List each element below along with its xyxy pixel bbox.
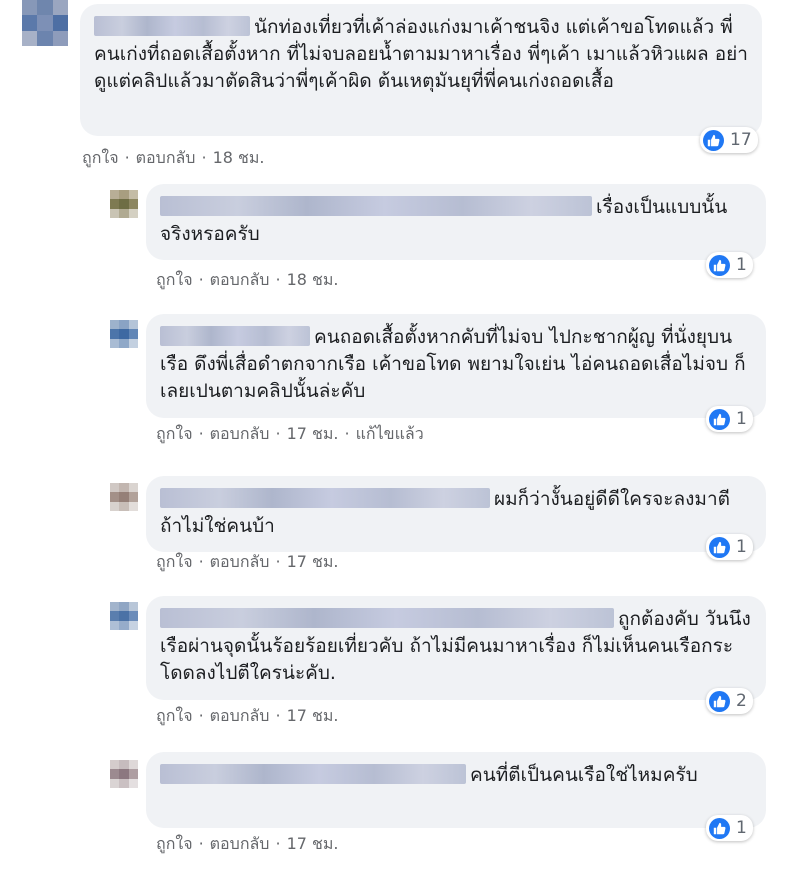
reply-link[interactable]: ตอบกลับ [210,552,270,571]
author-name-redacted[interactable] [160,326,310,346]
separator-dot: · [198,552,204,571]
reply-link[interactable]: ตอบกลับ [210,270,270,289]
reply-link[interactable]: ตอบกลับ [210,834,270,853]
comment-actions: ถูกใจ · ตอบกลับ · 18 ชม. [156,268,339,293]
author-name-redacted[interactable] [160,488,490,508]
reaction-count[interactable]: 1 [706,252,753,278]
like-link[interactable]: ถูกใจ [156,424,193,443]
separator-dot: · [275,424,281,443]
comment-bubble: ผมก็ว่างั้นอยู่ดีดีใครจะลงมาตีถ้าไม่ใช่ค… [146,476,766,552]
avatar[interactable] [22,0,68,46]
author-name-redacted[interactable] [94,16,250,36]
comment-actions: ถูกใจ · ตอบกลับ · 17 ชม. [156,704,339,729]
separator-dot: · [198,424,204,443]
thumbs-up-icon [703,129,724,151]
reaction-number: 1 [736,537,747,557]
thumbs-up-icon [709,254,730,276]
comment-text: คนที่ตีเป็นคนเรือใช่ไหมครับ [470,764,698,786]
reply-link[interactable]: ตอบกลับ [136,148,196,167]
author-name-redacted[interactable] [160,196,592,216]
author-name-redacted[interactable] [160,608,614,628]
thumbs-up-icon [709,408,730,430]
reaction-count[interactable]: 1 [706,815,753,841]
thumbs-up-icon [709,690,730,712]
reaction-number: 1 [736,255,747,275]
separator-dot: · [275,270,281,289]
timestamp[interactable]: 17 ชม. [287,424,339,443]
comment-actions: ถูกใจ · ตอบกลับ · 17 ชม. [156,832,339,857]
timestamp[interactable]: 18 ชม. [287,270,339,289]
separator-dot: · [198,706,204,725]
avatar[interactable] [110,483,138,511]
reaction-number: 1 [736,818,747,838]
avatar[interactable] [110,190,138,218]
timestamp[interactable]: 17 ชม. [287,834,339,853]
timestamp[interactable]: 17 ชม. [287,706,339,725]
comment-bubble: นักท่องเที่ยวที่เค้าล่องแก่งมาเค้าชนจิง … [80,4,762,136]
reply-link[interactable]: ตอบกลับ [210,706,270,725]
comment-bubble: คนถอดเสื้อตั้งหากคับที่ไม่จบ ไปกะชากผู้ญ… [146,314,766,418]
reaction-number: 2 [736,691,747,711]
thumbs-up-icon [709,536,730,558]
separator-dot: · [275,706,281,725]
like-link[interactable]: ถูกใจ [156,706,193,725]
like-link[interactable]: ถูกใจ [156,270,193,289]
separator-dot: · [124,148,130,167]
timestamp[interactable]: 18 ชม. [213,148,265,167]
separator-dot: · [201,148,207,167]
separator-dot: · [275,834,281,853]
like-link[interactable]: ถูกใจ [156,834,193,853]
reaction-number: 17 [730,130,752,150]
like-link[interactable]: ถูกใจ [156,552,193,571]
reply-link[interactable]: ตอบกลับ [210,424,270,443]
thumbs-up-icon [709,817,730,839]
comment-actions: ถูกใจ · ตอบกลับ · 17 ชม. · แก้ไขแล้ว [156,422,424,447]
separator-dot: · [275,552,281,571]
reaction-number: 1 [736,409,747,429]
comment-bubble: คนที่ตีเป็นคนเรือใช่ไหมครับ [146,752,766,828]
comment-actions: ถูกใจ · ตอบกลับ · 17 ชม. [156,550,339,575]
comment-bubble: เรื่องเป็นแบบนั้นจริงหรอครับ [146,184,766,260]
timestamp[interactable]: 17 ชม. [287,552,339,571]
avatar[interactable] [110,320,138,348]
separator-dot: · [344,424,350,443]
comment-bubble: ถูกต้องคับ วันนึงเรือผ่านจุดนั้นร้อยร้อย… [146,596,766,700]
separator-dot: · [198,270,204,289]
edited-label[interactable]: แก้ไขแล้ว [356,424,424,443]
separator-dot: · [198,834,204,853]
reaction-count[interactable]: 2 [706,688,753,714]
reaction-count[interactable]: 17 [700,127,758,153]
comment-actions: ถูกใจ · ตอบกลับ · 18 ชม. [82,146,265,171]
like-link[interactable]: ถูกใจ [82,148,119,167]
avatar[interactable] [110,760,138,788]
avatar[interactable] [110,602,138,630]
author-name-redacted[interactable] [160,764,466,784]
reaction-count[interactable]: 1 [706,406,753,432]
reaction-count[interactable]: 1 [706,534,753,560]
